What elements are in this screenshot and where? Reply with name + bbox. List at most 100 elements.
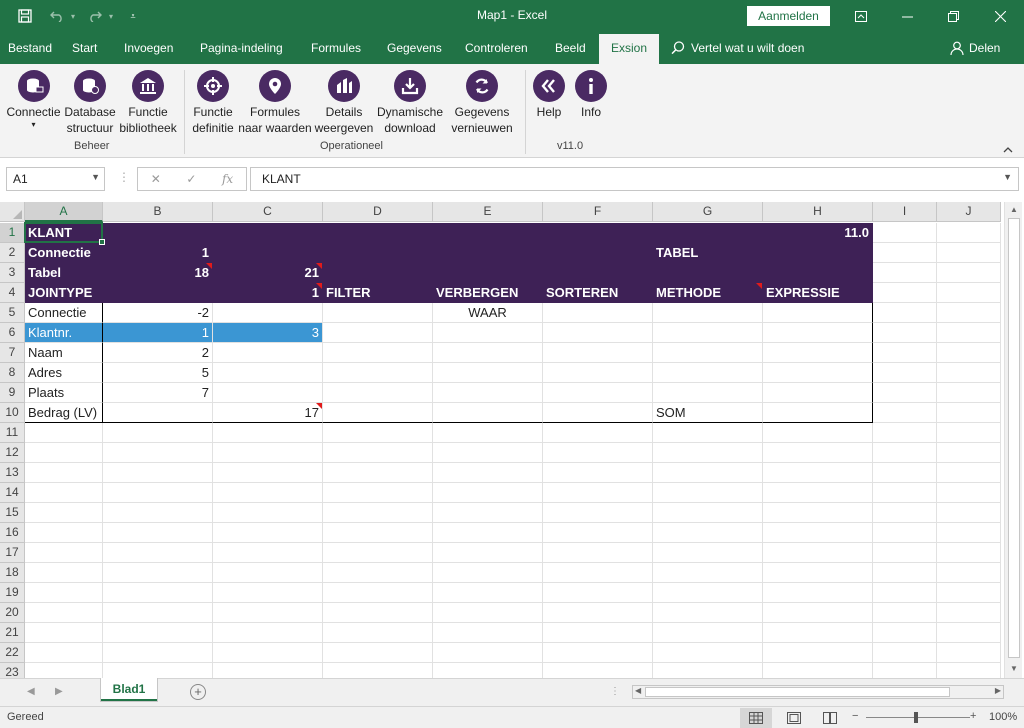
cell-h19[interactable] [763, 583, 873, 603]
vertical-scrollbar[interactable]: ▲ ▼ [1004, 202, 1022, 678]
cell-a6[interactable]: Klantnr. [25, 323, 103, 343]
cell-e14[interactable] [433, 483, 543, 503]
cell-h14[interactable] [763, 483, 873, 503]
cell-a15[interactable] [25, 503, 103, 523]
row-header-5[interactable]: 5 [0, 303, 25, 323]
column-header-i[interactable]: I [873, 202, 937, 222]
cell-g8[interactable] [653, 363, 763, 383]
row-header-10[interactable]: 10 [0, 403, 25, 423]
cell-f23[interactable] [543, 663, 653, 678]
cell-j10[interactable] [937, 403, 1001, 423]
cell-c15[interactable] [213, 503, 323, 523]
column-header-j[interactable]: J [937, 202, 1001, 222]
cell-g23[interactable] [653, 663, 763, 678]
tab-controleren[interactable]: Controleren [465, 41, 528, 55]
cell-h9[interactable] [763, 383, 873, 403]
cell-d14[interactable] [323, 483, 433, 503]
cell-j21[interactable] [937, 623, 1001, 643]
cell-j20[interactable] [937, 603, 1001, 623]
gegevens-vernieuwen-button[interactable]: Gegevens vernieuwen [446, 70, 518, 136]
row-header-1[interactable]: 1 [0, 223, 25, 243]
cell-h7[interactable] [763, 343, 873, 363]
cell-g5[interactable] [653, 303, 763, 323]
cell-f10[interactable] [543, 403, 653, 423]
zoom-level[interactable]: 100% [989, 711, 1017, 723]
tab-bestand[interactable]: Bestand [8, 41, 52, 55]
close-icon[interactable] [977, 0, 1023, 32]
cell-h16[interactable] [763, 523, 873, 543]
cell-c3[interactable]: 21 [213, 263, 323, 283]
tab-pagina-indeling[interactable]: Pagina-indeling [200, 41, 283, 55]
row-header-13[interactable]: 13 [0, 463, 25, 483]
cell-d20[interactable] [323, 603, 433, 623]
cell-h15[interactable] [763, 503, 873, 523]
formules-naar-waarden-button[interactable]: Formules naar waarden [238, 70, 312, 136]
cell-d18[interactable] [323, 563, 433, 583]
cell-g10[interactable]: SOM [653, 403, 763, 423]
cell-i20[interactable] [873, 603, 937, 623]
cell-g17[interactable] [653, 543, 763, 563]
cell-h23[interactable] [763, 663, 873, 678]
cell-e4[interactable]: VERBERGEN [433, 283, 543, 303]
cell-j14[interactable] [937, 483, 1001, 503]
prev-sheet-icon[interactable]: ◀ [27, 686, 35, 697]
tab-start[interactable]: Start [72, 41, 97, 55]
row-header-21[interactable]: 21 [0, 623, 25, 643]
cell-d9[interactable] [323, 383, 433, 403]
cell-i1[interactable] [873, 223, 937, 243]
column-header-h[interactable]: H [763, 202, 873, 222]
cell-a5[interactable]: Connectie [25, 303, 103, 323]
cell-a2[interactable]: Connectie [25, 243, 103, 263]
cell-e7[interactable] [433, 343, 543, 363]
cell-b3[interactable]: 18 [103, 263, 213, 283]
cell-f4[interactable]: SORTEREN [543, 283, 653, 303]
cell-b12[interactable] [103, 443, 213, 463]
cell-b17[interactable] [103, 543, 213, 563]
cell-a16[interactable] [25, 523, 103, 543]
ribbon-display-options-icon[interactable] [838, 0, 884, 32]
cell-g4[interactable]: METHODE [653, 283, 763, 303]
cell-g14[interactable] [653, 483, 763, 503]
row-header-15[interactable]: 15 [0, 503, 25, 523]
cell-g15[interactable] [653, 503, 763, 523]
cell-g18[interactable] [653, 563, 763, 583]
row-header-4[interactable]: 4 [0, 283, 25, 303]
cell-e23[interactable] [433, 663, 543, 678]
cell-j11[interactable] [937, 423, 1001, 443]
cell-a9[interactable]: Plaats [25, 383, 103, 403]
scroll-down-icon[interactable]: ▼ [1009, 664, 1019, 673]
cell-h17[interactable] [763, 543, 873, 563]
cell-h6[interactable] [763, 323, 873, 343]
cell-b22[interactable] [103, 643, 213, 663]
column-header-g[interactable]: G [653, 202, 763, 222]
row-header-2[interactable]: 2 [0, 243, 25, 263]
cell-f12[interactable] [543, 443, 653, 463]
cell-e16[interactable] [433, 523, 543, 543]
cell-c14[interactable] [213, 483, 323, 503]
cell-e21[interactable] [433, 623, 543, 643]
cell-d2[interactable] [323, 243, 433, 263]
comment-indicator-c3[interactable] [316, 263, 322, 269]
select-all-corner[interactable] [0, 202, 25, 222]
cell-f2[interactable] [543, 243, 653, 263]
cell-e13[interactable] [433, 463, 543, 483]
cell-e12[interactable] [433, 443, 543, 463]
cell-e9[interactable] [433, 383, 543, 403]
insert-function-icon[interactable]: fx [222, 172, 233, 186]
cell-c5[interactable] [213, 303, 323, 323]
cell-d21[interactable] [323, 623, 433, 643]
cell-j3[interactable] [937, 263, 1001, 283]
cell-i9[interactable] [873, 383, 937, 403]
comment-indicator-c4[interactable] [316, 283, 322, 289]
zoom-in-icon[interactable]: + [970, 710, 976, 722]
cell-b16[interactable] [103, 523, 213, 543]
cell-h4[interactable]: EXPRESSIE [763, 283, 873, 303]
cell-g20[interactable] [653, 603, 763, 623]
cell-e15[interactable] [433, 503, 543, 523]
cell-e10[interactable] [433, 403, 543, 423]
cell-b1[interactable] [103, 223, 213, 243]
cell-c13[interactable] [213, 463, 323, 483]
cell-f8[interactable] [543, 363, 653, 383]
cell-f20[interactable] [543, 603, 653, 623]
column-header-c[interactable]: C [213, 202, 323, 222]
